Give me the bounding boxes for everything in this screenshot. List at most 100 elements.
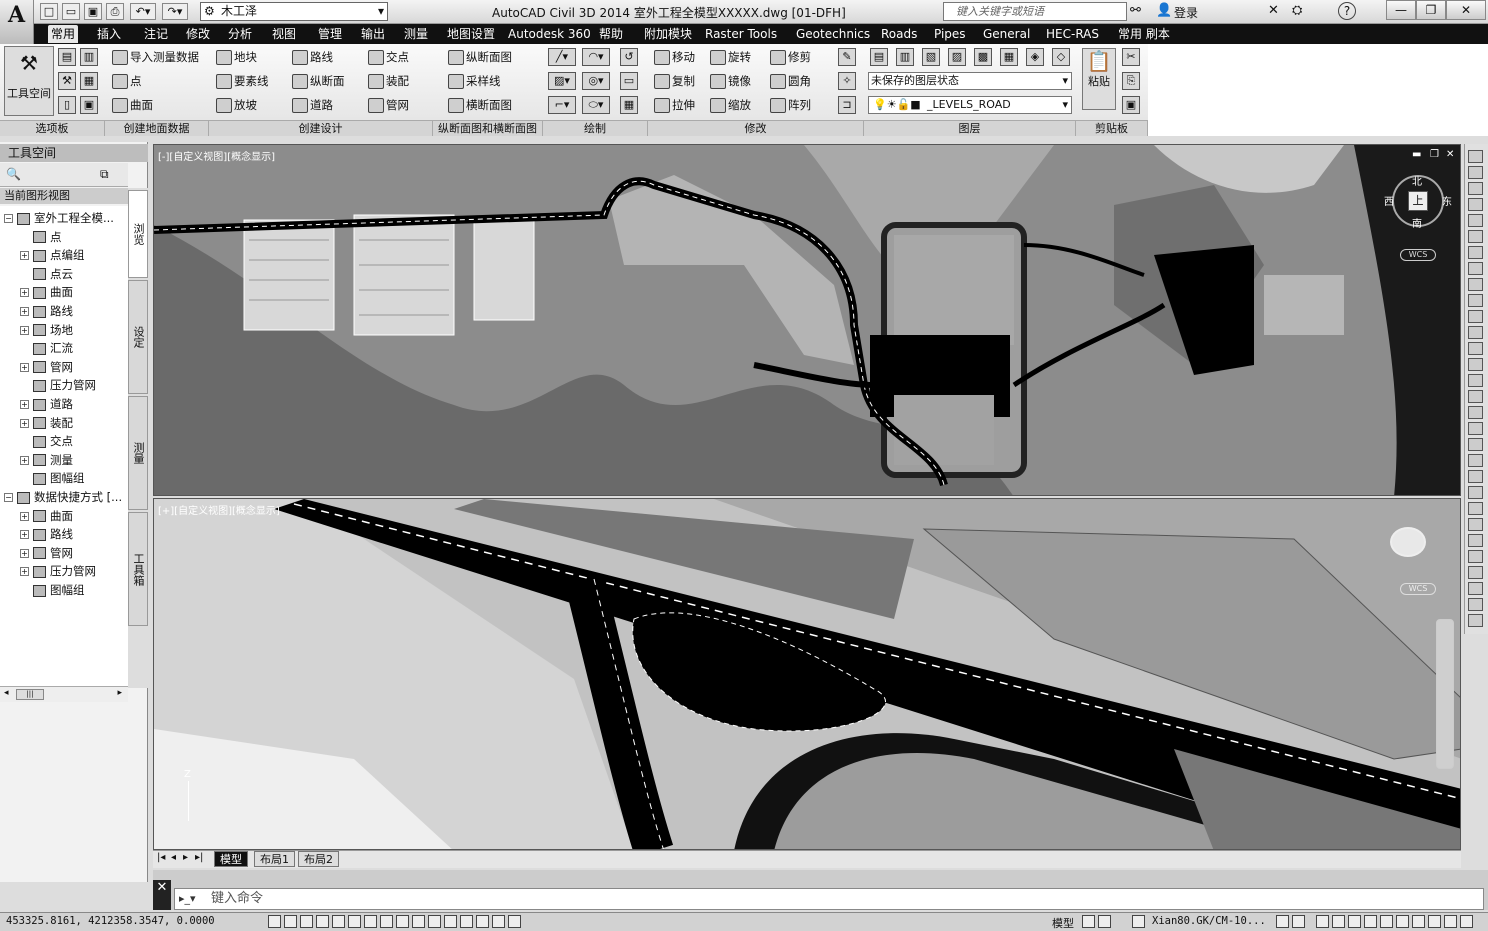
move-button[interactable]: 移动 [652, 48, 695, 66]
section-views-button[interactable]: 横断面图 [446, 96, 512, 114]
arc-icon[interactable]: ◠▾ [582, 48, 610, 66]
status-toggle-icon[interactable] [1396, 915, 1409, 928]
viewport-plan[interactable]: [-][自定义视图][概念显示] ▬ ❐ ✕ 上 北 南 西 东 WCS [153, 144, 1461, 496]
expand-icon[interactable]: + [20, 567, 29, 577]
expand-icon[interactable]: − [4, 214, 13, 223]
corridor-button[interactable]: 道路 [290, 96, 333, 114]
tree-node[interactable]: 压力管网 [20, 376, 96, 394]
panel-create-design[interactable]: 创建设计 [209, 120, 433, 136]
toolbar-tool-icon[interactable] [1468, 358, 1483, 371]
explode-icon[interactable]: ✧ [838, 72, 856, 90]
expand-icon[interactable]: + [20, 455, 29, 465]
next-tab-icon[interactable]: ▸ [183, 852, 188, 863]
ellipse-icon[interactable]: ⬭▾ [582, 96, 610, 114]
paste-button[interactable]: 📋 粘贴 [1082, 48, 1116, 110]
status-toggle-icon[interactable] [1380, 915, 1393, 928]
import-survey-data-button[interactable]: 导入测量数据 [110, 48, 199, 66]
toolbar-tool-icon[interactable] [1468, 454, 1483, 467]
model-space-toggle[interactable]: 模型 [1052, 915, 1074, 931]
panel-palettes[interactable]: 选项板 [0, 120, 105, 136]
status-toggle-icon[interactable] [1332, 915, 1345, 928]
status-toggle-icon[interactable] [1428, 915, 1441, 928]
command-input[interactable]: ▸_▾ 键入命令 [174, 888, 1484, 910]
properties-icon[interactable]: ▥ [80, 48, 98, 66]
tab-model[interactable]: 模型 [214, 851, 248, 867]
open-icon[interactable]: ▭ [62, 3, 80, 20]
status-toggle-icon[interactable] [380, 915, 393, 928]
redo-icon[interactable]: ↷▾ [162, 3, 188, 20]
ribbon-tab[interactable]: Raster Tools [702, 25, 780, 43]
toolspace-title[interactable]: 工具空间 [0, 144, 148, 162]
hatch-icon[interactable]: ▨▾ [548, 72, 576, 90]
intersection-button[interactable]: 交点 [366, 48, 409, 66]
status-toggle-icon[interactable] [428, 915, 441, 928]
assembly-button[interactable]: 装配 [366, 72, 409, 90]
ribbon-tab[interactable]: Roads [878, 25, 920, 43]
status-toggle-icon[interactable] [460, 915, 473, 928]
toolbar-tool-icon[interactable] [1468, 598, 1483, 611]
expand-icon[interactable]: + [20, 511, 29, 521]
ribbon-tab[interactable]: 插入 [94, 25, 124, 43]
toolbar-tool-icon[interactable] [1468, 486, 1483, 499]
tab-toolbox[interactable]: 工具箱 [128, 512, 148, 626]
tree-node[interactable]: + 测量 [20, 451, 73, 469]
viewport-maximize-icon[interactable]: ❐ [1430, 149, 1439, 160]
copy-button[interactable]: 复制 [652, 72, 695, 90]
expand-icon[interactable]: + [20, 400, 29, 409]
tab-settings[interactable]: 设定 [128, 280, 148, 394]
expand-icon[interactable]: − [4, 493, 13, 502]
restore-button[interactable]: ❐ [1416, 0, 1446, 20]
ribbon-tab[interactable]: 测量 [401, 25, 431, 43]
feature-line-button[interactable]: 要素线 [214, 72, 269, 90]
ribbon-tab[interactable]: General [980, 25, 1033, 43]
ribbon-tab[interactable]: 常用 刷本 [1115, 25, 1173, 43]
prev-tab-icon[interactable]: ◂ [171, 852, 176, 863]
status-toggle-icon[interactable] [1412, 915, 1425, 928]
layer-merge-icon[interactable]: ◇ [1052, 48, 1070, 66]
tree-node[interactable]: + 路线 [20, 302, 73, 320]
search-icon[interactable]: 🔍 [6, 167, 21, 181]
viewport-3d[interactable]: [+][自定义视图][概念显示] WCS Z [153, 498, 1461, 850]
scale-button[interactable]: 缩放 [708, 96, 751, 114]
command-prompt-icon[interactable]: ▸_▾ [179, 889, 196, 909]
stretch-button[interactable]: 拉伸 [652, 96, 695, 114]
scroll-right-icon[interactable]: ▸ [117, 688, 122, 698]
new-icon[interactable]: □ [40, 3, 58, 20]
ribbon-tab[interactable]: 视图 [269, 25, 299, 43]
layer-off-icon[interactable]: ▧ [922, 48, 940, 66]
print-icon[interactable]: ⎙ [106, 3, 124, 20]
toolbar-tool-icon[interactable] [1468, 518, 1483, 531]
status-toggle-icon[interactable] [476, 915, 489, 928]
tree-node[interactable]: 点 [20, 228, 62, 246]
toolpalette-icon[interactable]: ▯ [58, 96, 76, 114]
profile-button[interactable]: 纵断面 [290, 72, 345, 90]
array-button[interactable]: 阵列 [768, 96, 811, 114]
viewcube[interactable] [1390, 527, 1426, 557]
toolbar-tool-icon[interactable] [1468, 438, 1483, 451]
status-toggle-icon[interactable] [1460, 915, 1473, 928]
layer-properties-icon[interactable]: ▤ [870, 48, 888, 66]
layer-isolate-icon[interactable]: ▥ [896, 48, 914, 66]
toolbar-tool-icon[interactable] [1468, 214, 1483, 227]
compass-north[interactable]: 北 [1412, 173, 1422, 188]
surfaces-button[interactable]: 曲面 [110, 96, 153, 114]
compass-east[interactable]: 东 [1442, 193, 1452, 208]
status-toggle-icon[interactable] [396, 915, 409, 928]
community-icon[interactable]: ⛭ [1292, 3, 1302, 18]
tree-node[interactable]: − 室外工程全模... [4, 209, 114, 227]
toolbar-tool-icon[interactable] [1468, 198, 1483, 211]
status-toggle-icon[interactable] [1316, 915, 1329, 928]
expand-icon[interactable]: + [20, 418, 29, 428]
points-button[interactable]: 点 [110, 72, 142, 90]
toolbar-tool-icon[interactable] [1468, 182, 1483, 195]
viewport-label[interactable]: [+][自定义视图][概念显示] [158, 502, 280, 517]
toolbar-tool-icon[interactable] [1468, 502, 1483, 515]
expand-icon[interactable]: + [20, 530, 29, 540]
wcs-menu[interactable]: WCS [1400, 249, 1436, 261]
polyline-icon[interactable]: ⌐▾ [548, 96, 576, 114]
tree-node[interactable]: 点云 [20, 265, 73, 283]
toolbar-tool-icon[interactable] [1468, 294, 1483, 307]
rotate-button[interactable]: 旋转 [708, 48, 751, 66]
toolbar-tool-icon[interactable] [1468, 614, 1483, 627]
toolspace-view-header[interactable]: 当前图形视图 [0, 188, 128, 204]
